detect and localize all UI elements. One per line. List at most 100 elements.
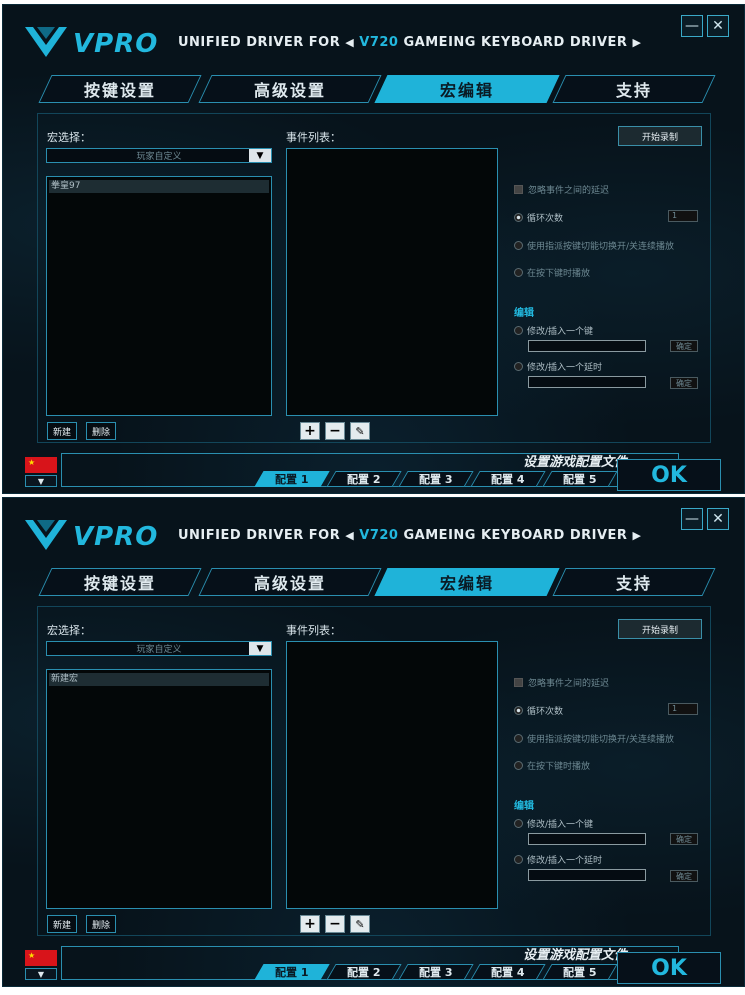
minimize-button[interactable]: — [681,15,703,37]
toggle-play-option[interactable]: 使用指派按键切能切换开/关连续播放 [514,239,674,252]
close-button[interactable]: ✕ [707,15,729,37]
tab-key-settings[interactable]: 按键设置 [38,75,202,103]
start-record-button[interactable]: 开始录制 [618,619,702,639]
delete-macro-button[interactable]: 删除 [86,915,116,933]
tab-macro-edit[interactable]: 宏编辑 [374,75,560,103]
tab-macro-edit[interactable]: 宏编辑 [374,568,560,596]
event-list[interactable] [286,641,498,909]
ok-button[interactable]: OK [617,459,721,491]
delay-input[interactable] [528,376,646,388]
macro-panel: 宏选择： 玩家自定义 ▼ 拳皇97 新建 删除 事件列表： + − ✎ 开始录制… [37,113,711,443]
ignore-delay-option[interactable]: 忽略事件之间的延迟 [514,183,609,196]
modify-key-radio[interactable] [514,326,523,335]
loop-count-field[interactable]: 1 [668,210,698,222]
key-input[interactable] [528,340,646,352]
new-macro-button[interactable]: 新建 [47,422,77,440]
hold-radio[interactable] [514,761,523,770]
modify-key-option[interactable]: 修改/插入一个键 [514,817,593,830]
modify-delay-option[interactable]: 修改/插入一个延时 [514,360,602,373]
language-dropdown[interactable]: ▼ [25,968,57,980]
toggle-radio[interactable] [514,241,523,250]
macro-type-dropdown[interactable]: 玩家自定义 ▼ [46,641,272,656]
ignore-delay-checkbox[interactable] [514,678,523,687]
config-1-button[interactable]: 配置 1 [254,964,330,980]
config-4-button[interactable]: 配置 4 [470,471,546,487]
key-input[interactable] [528,833,646,845]
macro-panel: 宏选择： 玩家自定义 ▼ 新建宏 新建 删除 事件列表： + − ✎ 开始录制 … [37,606,711,936]
minimize-button[interactable]: — [681,508,703,530]
modify-delay-radio[interactable] [514,362,523,371]
loop-count-option[interactable]: 循环次数 [514,704,563,717]
config-5-button[interactable]: 配置 5 [542,471,618,487]
tab-support[interactable]: 支持 [552,75,716,103]
edit-section-label: 编辑 [514,308,534,319]
macro-select-label: 宏选择： [47,624,91,637]
delay-input[interactable] [528,869,646,881]
loop-count-option[interactable]: 循环次数 [514,211,563,224]
next-model-icon[interactable]: ▶ [632,36,641,49]
modify-key-option[interactable]: 修改/插入一个键 [514,324,593,337]
event-list-label: 事件列表： [286,131,341,144]
config-2-button[interactable]: 配置 2 [326,964,402,980]
tab-key-settings[interactable]: 按键设置 [38,568,202,596]
modify-delay-option[interactable]: 修改/插入一个延时 [514,853,602,866]
loop-radio[interactable] [514,213,523,222]
event-list[interactable] [286,148,498,416]
macro-type-dropdown[interactable]: 玩家自定义 ▼ [46,148,272,163]
hold-play-option[interactable]: 在按下键时播放 [514,266,590,279]
tab-advanced-settings[interactable]: 高级设置 [198,75,382,103]
driver-window-bottom: VPRO UNIFIED DRIVER FOR ◀ V720 GAMEING K… [2,497,745,987]
ignore-delay-checkbox[interactable] [514,185,523,194]
list-item[interactable]: 新建宏 [49,673,269,686]
start-record-button[interactable]: 开始录制 [618,126,702,146]
add-event-icon[interactable]: + [300,915,320,933]
macro-list[interactable]: 新建宏 [46,669,272,909]
driver-window-top: VPRO UNIFIED DRIVER FOR ◀ V720 GAMEING K… [2,4,745,494]
modify-delay-radio[interactable] [514,855,523,864]
china-flag-icon[interactable]: ★ [25,950,57,966]
config-2-button[interactable]: 配置 2 [326,471,402,487]
config-5-button[interactable]: 配置 5 [542,964,618,980]
profile-label: 设置游戏配置文件 [523,948,628,963]
edit-event-icon[interactable]: ✎ [350,422,370,440]
config-4-button[interactable]: 配置 4 [470,964,546,980]
config-3-button[interactable]: 配置 3 [398,964,474,980]
toggle-play-option[interactable]: 使用指派按键切能切换开/关连续播放 [514,732,674,745]
remove-event-icon[interactable]: − [325,422,345,440]
confirm-delay-button[interactable]: 确定 [670,377,698,389]
vpro-logo-icon [25,520,67,550]
tab-support[interactable]: 支持 [552,568,716,596]
brand-name: VPRO [73,29,159,59]
profile-label: 设置游戏配置文件 [523,455,628,470]
language-dropdown[interactable]: ▼ [25,475,57,487]
ignore-delay-option[interactable]: 忽略事件之间的延迟 [514,676,609,689]
new-macro-button[interactable]: 新建 [47,915,77,933]
remove-event-icon[interactable]: − [325,915,345,933]
modify-key-radio[interactable] [514,819,523,828]
loop-count-field[interactable]: 1 [668,703,698,715]
hold-play-option[interactable]: 在按下键时播放 [514,759,590,772]
hold-radio[interactable] [514,268,523,277]
config-1-button[interactable]: 配置 1 [254,471,330,487]
add-event-icon[interactable]: + [300,422,320,440]
delete-macro-button[interactable]: 删除 [86,422,116,440]
toggle-radio[interactable] [514,734,523,743]
confirm-key-button[interactable]: 确定 [670,340,698,352]
prev-model-icon[interactable]: ◀ [345,36,354,49]
next-model-icon[interactable]: ▶ [632,529,641,542]
macro-list[interactable]: 拳皇97 [46,176,272,416]
chevron-down-icon: ▼ [249,642,271,655]
china-flag-icon[interactable]: ★ [25,457,57,473]
confirm-delay-button[interactable]: 确定 [670,870,698,882]
config-3-button[interactable]: 配置 3 [398,471,474,487]
tab-advanced-settings[interactable]: 高级设置 [198,568,382,596]
edit-event-icon[interactable]: ✎ [350,915,370,933]
confirm-key-button[interactable]: 确定 [670,833,698,845]
ok-button[interactable]: OK [617,952,721,984]
list-item[interactable]: 拳皇97 [49,180,269,193]
prev-model-icon[interactable]: ◀ [345,529,354,542]
close-button[interactable]: ✕ [707,508,729,530]
loop-radio[interactable] [514,706,523,715]
main-tabs: 按键设置 高级设置 宏编辑 支持 [37,568,716,598]
event-list-label: 事件列表： [286,624,341,637]
